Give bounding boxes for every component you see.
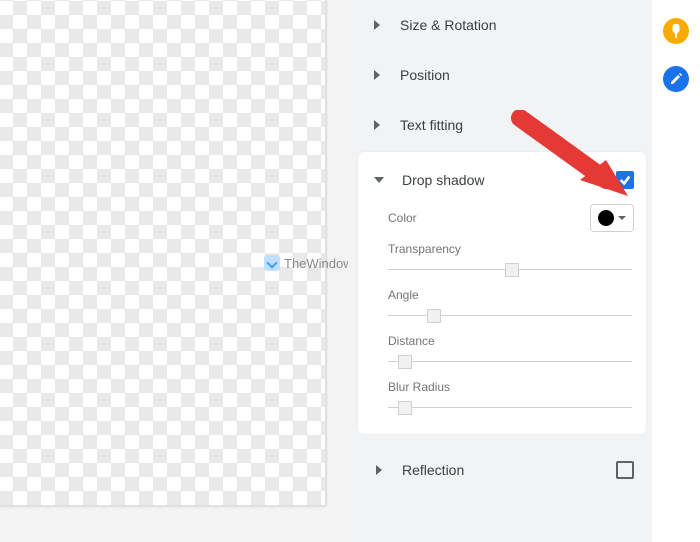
chevron-right-icon [368,70,386,80]
drop-shadow-checkbox[interactable] [616,171,634,189]
edit-icon[interactable] [663,66,689,92]
section-label: Text fitting [400,117,463,133]
format-options-panel: Size & Rotation Position Text fitting Dr… [348,0,652,542]
section-label: Size & Rotation [400,17,497,33]
side-rail [652,0,700,542]
distance-slider[interactable] [388,352,632,372]
angle-label: Angle [388,288,632,302]
section-position[interactable]: Position [358,50,646,100]
section-size-rotation[interactable]: Size & Rotation [358,0,646,50]
chevron-right-icon [370,465,388,475]
keep-icon[interactable] [663,18,689,44]
color-label: Color [388,211,417,225]
caret-down-icon [618,216,626,220]
chevron-right-icon [368,20,386,30]
chevron-down-icon[interactable] [370,175,388,185]
document-page[interactable] [0,0,326,506]
transparency-slider[interactable] [388,260,632,280]
section-reflection[interactable]: Reflection [358,444,646,496]
canvas-area[interactable]: TheWindowsClub [0,0,348,542]
distance-label: Distance [388,334,632,348]
angle-slider[interactable] [388,306,632,326]
blur-radius-label: Blur Radius [388,380,632,394]
section-text-fitting[interactable]: Text fitting [358,100,646,150]
color-swatch [598,210,614,226]
transparency-label: Transparency [388,242,632,256]
color-picker-button[interactable] [590,204,634,232]
section-label: Drop shadow [402,172,485,188]
section-drop-shadow: Drop shadow Color Transparency [358,152,646,434]
blur-radius-slider[interactable] [388,398,632,418]
reflection-checkbox[interactable] [616,461,634,479]
section-label: Position [400,67,450,83]
chevron-right-icon [368,120,386,130]
section-label: Reflection [402,462,464,478]
